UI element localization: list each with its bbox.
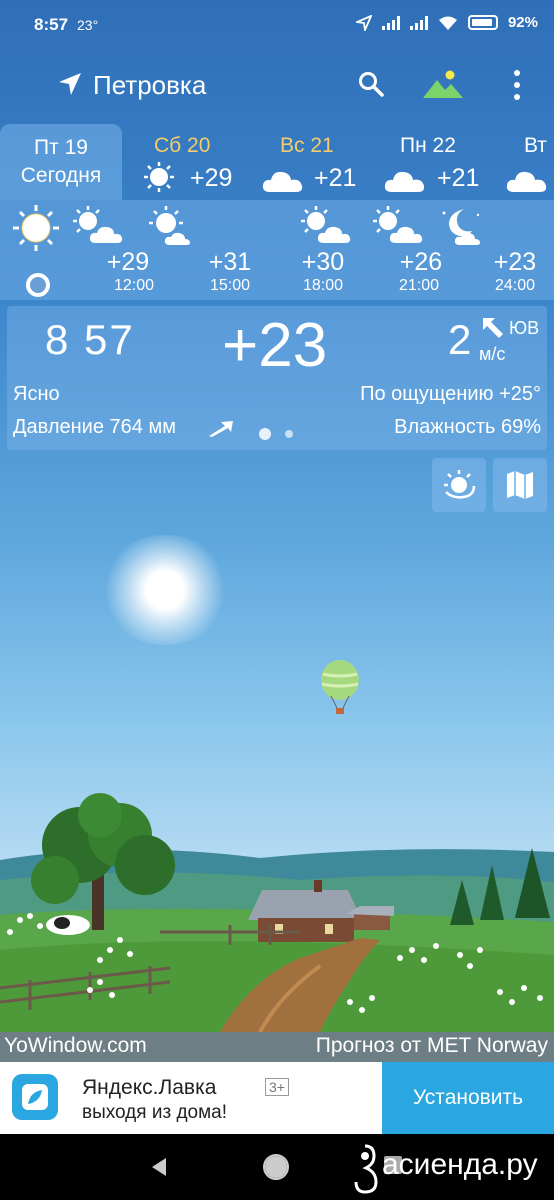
cloud-icon (384, 171, 425, 192)
status-temp: 23° (77, 17, 99, 33)
cloud-icon (506, 171, 547, 192)
tab-day-sun[interactable]: Вс 21 +21 (262, 124, 382, 200)
forecast-source-link[interactable]: Прогноз от MET Norway (316, 1034, 548, 1058)
watermark-text: асиенда.ру (382, 1148, 538, 1181)
watermark-logo-icon (354, 1144, 378, 1194)
moon-cloud-icon (442, 209, 480, 245)
ad-age-rating: 3+ (265, 1078, 289, 1096)
hour-time: 21:00 (398, 277, 440, 294)
day-tabs: Пт 19 Сегодня Сб 20 +29 Вс 21 +21 Пн 22 … (0, 124, 554, 200)
wind-direction-icon (483, 318, 503, 338)
day-temp: +29 (190, 164, 233, 192)
home-icon[interactable] (262, 1153, 290, 1181)
battery-percent: 92% (507, 14, 538, 31)
day-name: Вс 21 (280, 134, 334, 157)
wind-unit: м/с (479, 344, 506, 364)
pressure-trend-icon (209, 421, 233, 437)
status-bar: 8:57 23° 92% (0, 0, 554, 50)
day-name: Пт 19 (34, 136, 88, 159)
tab-day-sat[interactable]: Сб 20 +29 (140, 124, 260, 200)
current-temp: +23 (222, 311, 328, 380)
sun-cloud-icon (149, 206, 190, 245)
sun-icon (144, 162, 174, 192)
toolbar: Петровка (0, 58, 554, 112)
sun-orbit-icon (444, 470, 476, 499)
day-name: Пн 22 (400, 134, 456, 157)
battery-icon (467, 15, 498, 30)
day-name: Вт (524, 134, 547, 157)
location-arrow-icon[interactable] (56, 70, 84, 98)
day-name: Сб 20 (154, 134, 211, 157)
map-button[interactable] (493, 458, 547, 512)
status-time: 8:57 (34, 15, 69, 34)
day-temp: +21 (437, 164, 480, 192)
sun-icon (13, 205, 59, 251)
hourly-forecast[interactable]: +29 12:00 +31 15:00 +30 18:00 +26 21:00 … (0, 200, 554, 300)
hour-time: 12:00 (113, 277, 155, 294)
pressure: Давление 764 мм (13, 416, 176, 438)
tab-day-mon[interactable]: Пн 22 +21 (384, 124, 504, 200)
now-indicator (26, 273, 50, 297)
humidity: Влажность 69% (394, 416, 541, 438)
hour-temp: +31 (208, 248, 252, 276)
yowindow-link[interactable]: YoWindow.com (4, 1034, 147, 1058)
hot-air-balloon-icon (321, 660, 359, 714)
wifi-icon (438, 16, 457, 30)
hour-time: 15:00 (209, 277, 251, 294)
tab-day-today[interactable]: Пт 19 Сегодня (0, 124, 122, 200)
ad-app-icon (12, 1074, 58, 1120)
wind-speed: 2 (448, 316, 472, 363)
hour-time: 24:00 (494, 277, 536, 294)
search-icon[interactable] (357, 70, 385, 98)
hour-time: 18:00 (302, 277, 344, 294)
condition-text: Ясно (13, 383, 60, 405)
sun-moon-button[interactable] (432, 458, 486, 512)
hour-temp: +26 (399, 248, 443, 276)
navigation-bar: асиенда.ру (0, 1134, 554, 1200)
day-temp: +21 (314, 164, 357, 192)
cloud-icon (262, 171, 303, 192)
feels-like: По ощущению +25° (360, 383, 541, 405)
day-label: Сегодня (20, 164, 102, 187)
tab-day-tue[interactable]: Вт (506, 124, 554, 200)
hour-temp: +30 (301, 248, 345, 276)
wind-direction: ЮВ (509, 318, 540, 338)
sun-illustration (100, 535, 230, 645)
sun-cloud-icon (73, 206, 123, 243)
hour-temp: +29 (106, 248, 150, 276)
more-vert-icon[interactable] (510, 68, 524, 102)
signal-icon (381, 15, 400, 30)
location-status-icon (355, 14, 372, 31)
back-icon[interactable] (146, 1154, 172, 1180)
map-icon (507, 471, 533, 499)
credits-bar: YoWindow.com Прогноз от MET Norway (0, 1032, 554, 1062)
landscape-scene (0, 793, 554, 1032)
ad-subtitle: выходя из дома! (82, 1102, 228, 1123)
current-conditions[interactable]: 8 57 +23 2 ЮВ м/с Ясно По ощущению +25° … (7, 306, 547, 450)
landscape-icon[interactable] (421, 68, 465, 100)
hour-temp: +23 (493, 248, 537, 276)
location-title[interactable]: Петровка (93, 70, 206, 101)
page-indicator (285, 430, 293, 438)
install-button[interactable]: Установить (382, 1062, 554, 1134)
sun-cloud-icon (301, 206, 351, 243)
page-indicator-active (259, 428, 271, 440)
lavka-logo-icon (22, 1084, 48, 1110)
status-icons: 92% (355, 14, 538, 31)
sun-cloud-icon (373, 206, 423, 243)
ad-title: Яндекс.Лавка (82, 1076, 217, 1099)
current-time: 8 57 (45, 316, 135, 363)
ad-banner[interactable]: Яндекс.Лавка 3+ выходя из дома! Установи… (0, 1062, 554, 1134)
signal-icon-2 (409, 15, 428, 30)
